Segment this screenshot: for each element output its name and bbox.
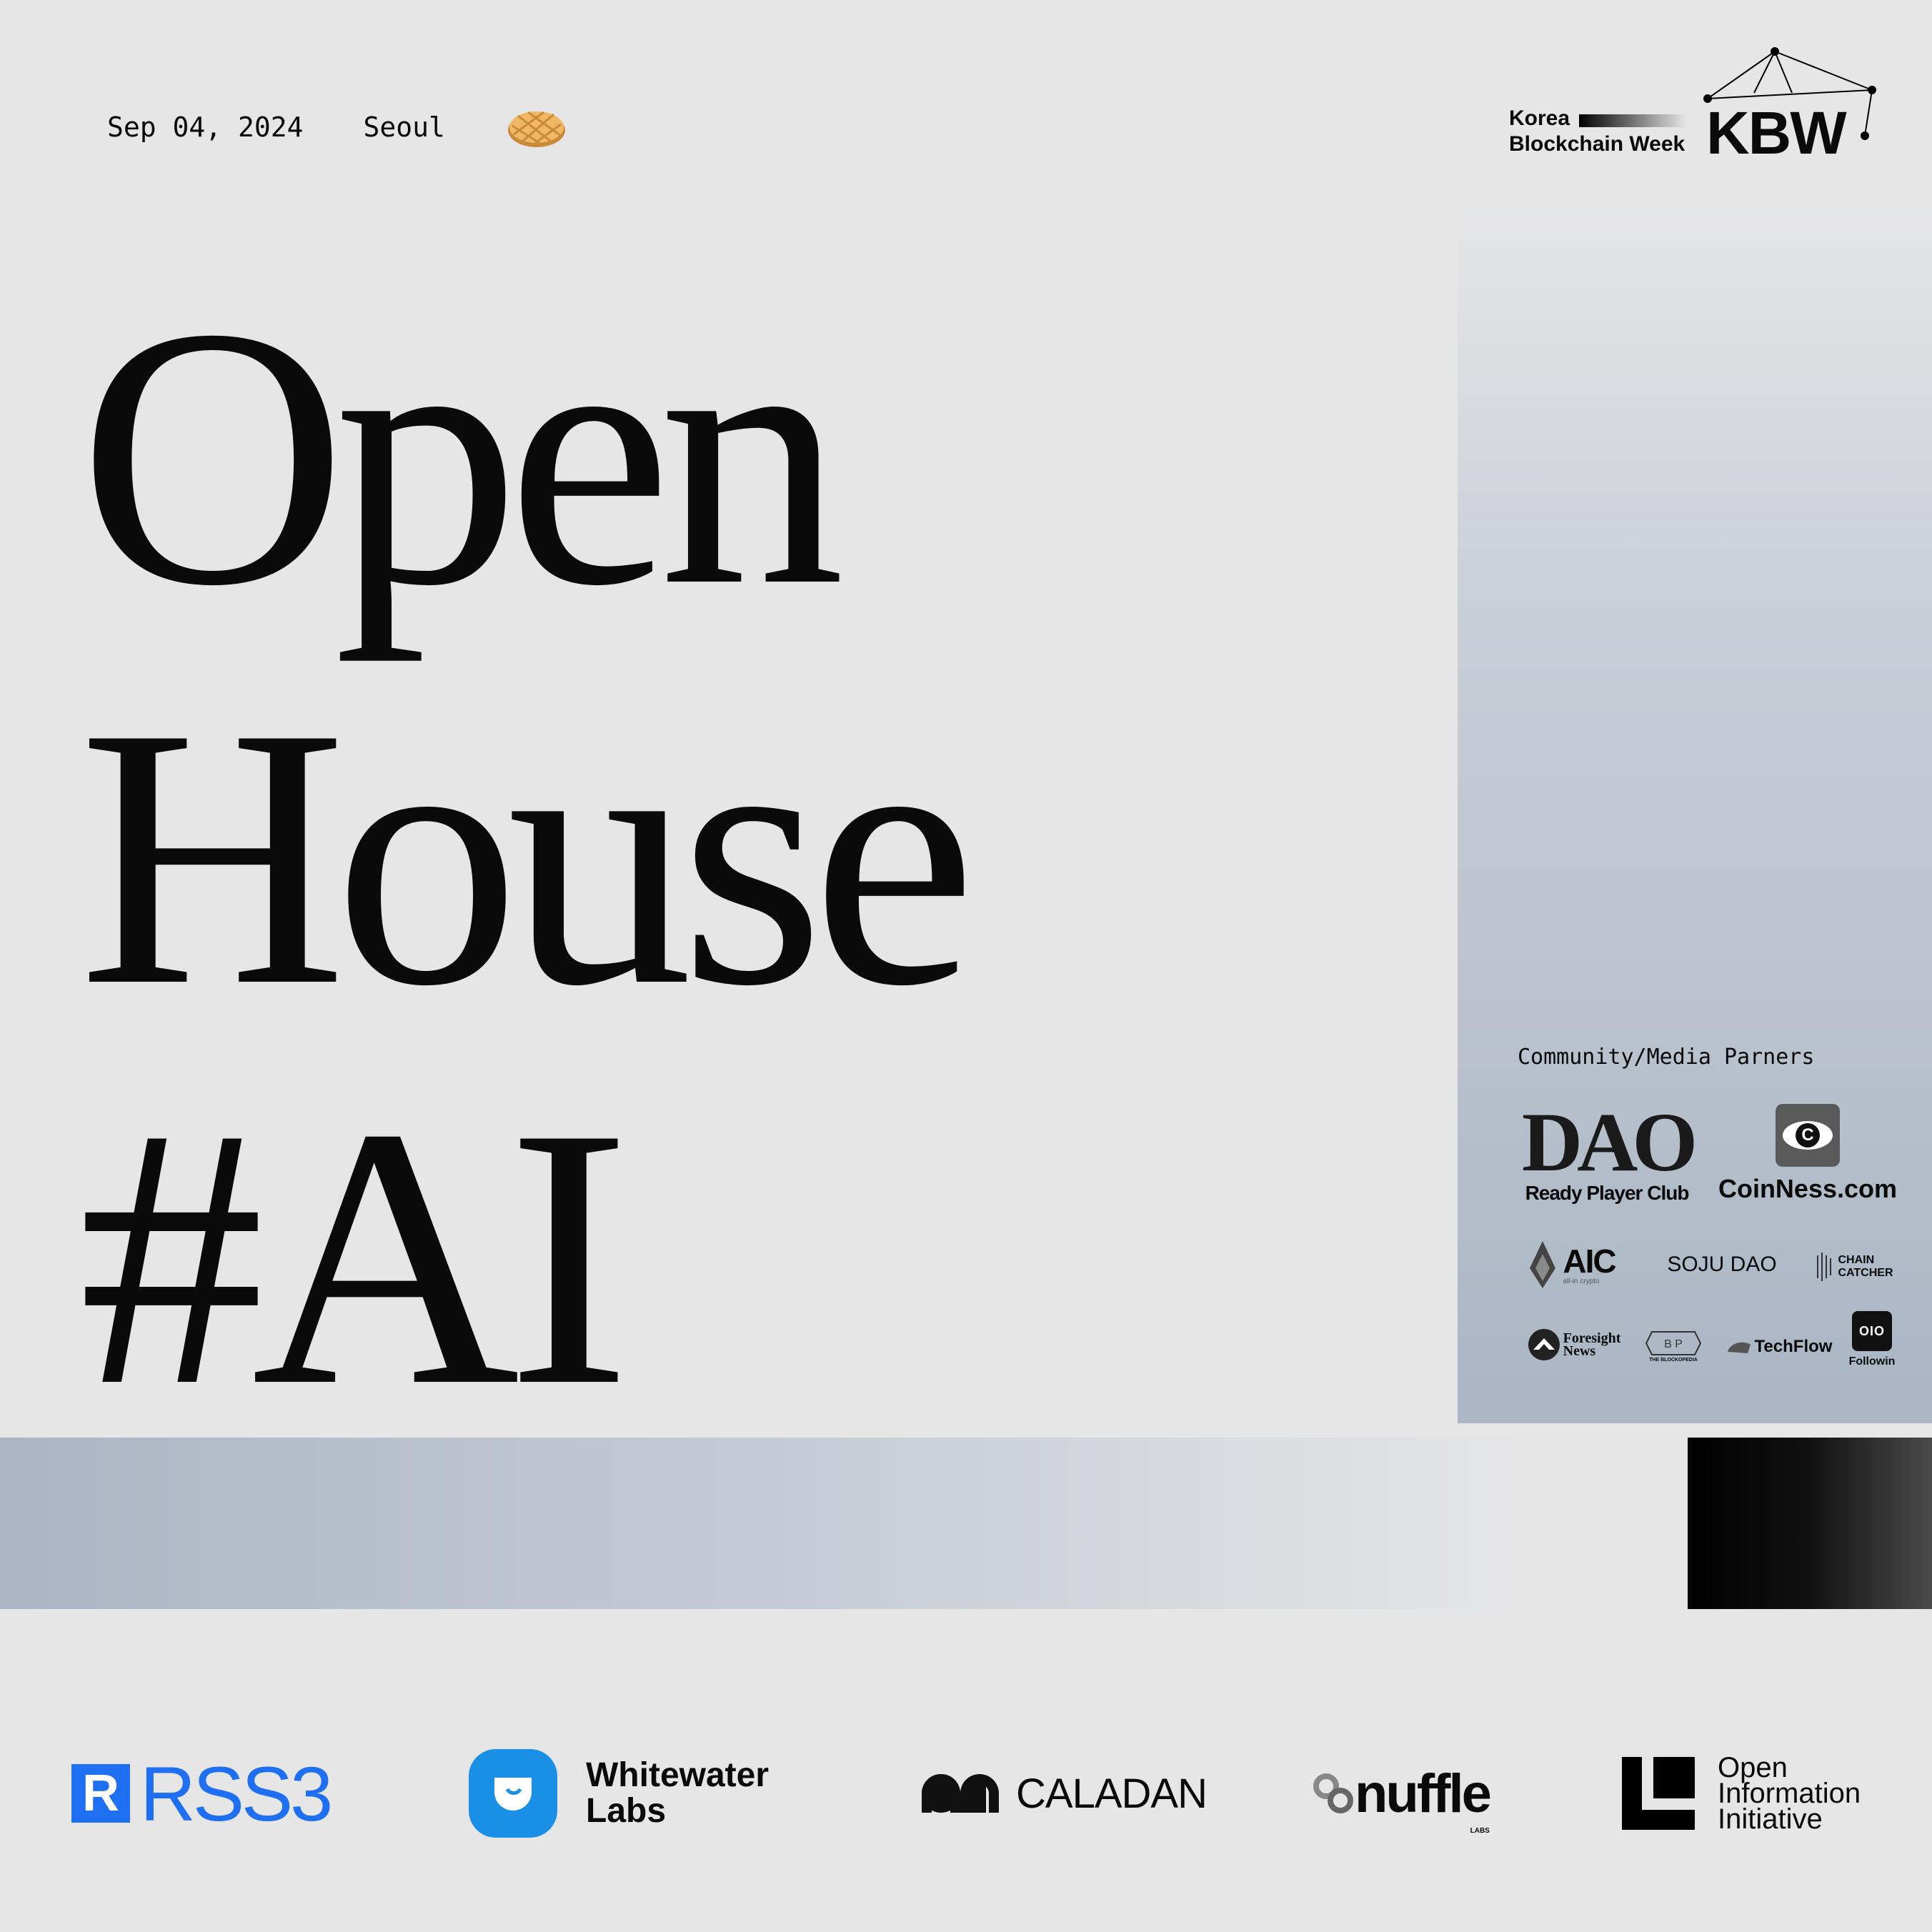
nuffle-label: nuffle <box>1355 1763 1492 1824</box>
partner-followin: OIO Followin <box>1843 1306 1901 1373</box>
partner-blockopedia: B P THE BLOCKOPEDIA <box>1643 1323 1703 1368</box>
whitewater-icon <box>469 1749 557 1838</box>
oii-line2: Information <box>1718 1778 1861 1809</box>
blockopedia-icon: B P <box>1645 1330 1702 1355</box>
chain-catcher-line2: CATCHER <box>1838 1267 1893 1279</box>
coinness-icon: C <box>1776 1104 1840 1167</box>
blockopedia-mark: B P <box>1664 1338 1683 1350</box>
event-city: Seoul <box>363 111 445 143</box>
aic-flame-icon <box>1530 1241 1556 1288</box>
coinness-label: CoinNess.com <box>1718 1174 1898 1203</box>
chain-catcher-icon <box>1817 1253 1832 1281</box>
partner-foresight-news: Foresight News <box>1520 1325 1628 1365</box>
whitewater-line1: Whitewater <box>586 1756 770 1794</box>
partner-coinness: C CoinNess.com <box>1715 1100 1901 1208</box>
rss3-icon: R <box>71 1764 130 1823</box>
whitewater-line2: Labs <box>586 1792 667 1830</box>
followin-icon: OIO <box>1852 1311 1892 1351</box>
nuffle-icon <box>1313 1773 1353 1813</box>
event-title: Open House #AI <box>79 252 977 1463</box>
foresight-icon <box>1528 1329 1560 1360</box>
sponsor-nuffle-labs: nuffle LABS <box>1313 1743 1492 1843</box>
aic-label: AIC <box>1563 1242 1616 1280</box>
sponsor-rss3: R RSS3 <box>71 1743 333 1843</box>
rss3-label: RSS3 <box>140 1750 333 1837</box>
caladan-icon <box>922 1774 999 1813</box>
partner-aic: AIC all-in crypto <box>1518 1236 1625 1293</box>
event-meta: Sep 04, 2024 Seoul <box>107 106 567 149</box>
oii-icon <box>1622 1757 1695 1830</box>
sponsor-open-information-initiative: Open Information Initiative <box>1622 1743 1861 1843</box>
partners-heading: Community/Media Parners <box>1518 1045 1815 1070</box>
black-gradient-block <box>1688 1438 1932 1609</box>
partner-ready-player-club: DAO Ready Player Club <box>1518 1095 1698 1208</box>
dao-mark: DAO <box>1521 1095 1698 1189</box>
coinness-mark: C <box>1796 1123 1820 1147</box>
caladan-label: CALADAN <box>1016 1770 1208 1817</box>
techflow-label: TechFlow <box>1754 1337 1833 1356</box>
sponsor-caladan: CALADAN <box>922 1743 1208 1843</box>
soju-dao-label: SOJU DAO <box>1667 1253 1777 1276</box>
title-line-1: Open <box>79 252 845 662</box>
partner-soju-dao: SOJU DAO <box>1658 1247 1786 1283</box>
techflow-icon <box>1727 1342 1751 1353</box>
chain-catcher-line1: CHAIN <box>1838 1254 1875 1266</box>
foresight-line2: News <box>1563 1343 1596 1359</box>
blockopedia-label: THE BLOCKOPEDIA <box>1649 1357 1698 1363</box>
followin-label: Followin <box>1848 1355 1896 1368</box>
kbw-mark: KBW <box>1706 99 1847 166</box>
oii-line3: Initiative <box>1718 1803 1823 1835</box>
gradient-band <box>0 1438 1932 1609</box>
kbw-logo: Korea Blockchain Week KBW <box>1508 43 1879 164</box>
ready-player-club-label: Ready Player Club <box>1525 1182 1690 1204</box>
partner-chain-catcher: CHAIN CATCHER <box>1808 1247 1901 1287</box>
followin-mark: OIO <box>1858 1323 1885 1338</box>
aic-sub: all-in crypto <box>1563 1277 1600 1285</box>
oii-line1: Open <box>1718 1752 1788 1783</box>
title-line-2: House <box>79 652 977 1062</box>
kbw-line2: Blockchain Week <box>1509 132 1685 156</box>
kbw-line1: Korea <box>1509 106 1570 130</box>
event-date: Sep 04, 2024 <box>107 111 304 143</box>
nuffle-sub: LABS <box>1470 1826 1490 1835</box>
partner-techflow: TechFlow <box>1722 1329 1836 1365</box>
title-line-3: #AI <box>79 1052 631 1463</box>
sponsor-whitewater-labs: Whitewater Labs <box>469 1743 769 1843</box>
waffle-icon <box>507 111 565 147</box>
